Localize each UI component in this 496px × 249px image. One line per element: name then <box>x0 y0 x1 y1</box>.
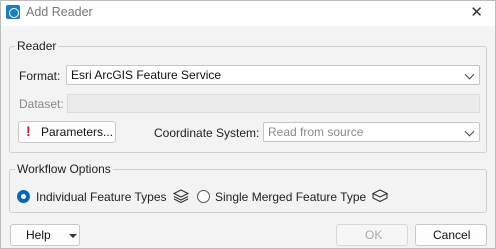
close-icon[interactable]: ✕ <box>470 3 483 21</box>
format-label: Format: <box>19 69 61 83</box>
title-bar: Add Reader ✕ <box>1 1 495 26</box>
workflow-options-label: Workflow Options <box>15 162 113 176</box>
dataset-label: Dataset: <box>19 97 64 111</box>
format-value: Esri ArcGIS Feature Service <box>71 68 222 82</box>
merged-layers-icon <box>372 189 388 203</box>
parameters-button[interactable]: ! Parameters... <box>18 121 116 143</box>
individual-feature-types-radio[interactable] <box>17 190 30 203</box>
individual-feature-types-label[interactable]: Individual Feature Types <box>36 190 167 204</box>
app-icon <box>6 5 20 19</box>
coordinate-system-dropdown[interactable]: Read from source <box>263 122 480 142</box>
coordinate-system-value: Read from source <box>268 125 364 139</box>
add-reader-dialog: Add Reader ✕ Reader Format: Esri ArcGIS … <box>0 0 496 249</box>
dataset-field <box>67 94 480 113</box>
chevron-down-icon <box>464 69 475 80</box>
ok-button[interactable]: OK <box>336 224 408 246</box>
single-merged-feature-type-label[interactable]: Single Merged Feature Type <box>215 190 366 204</box>
window-title: Add Reader <box>26 5 93 19</box>
cancel-button-label: Cancel <box>433 228 471 242</box>
help-button-label: Help <box>26 228 51 242</box>
parameters-button-label: Parameters... <box>41 125 114 139</box>
chevron-down-icon <box>464 126 475 137</box>
coordinate-system-label: Coordinate System: <box>154 126 260 140</box>
ok-button-label: OK <box>365 228 383 242</box>
reader-group-label: Reader <box>15 39 59 53</box>
help-button[interactable]: Help <box>10 224 80 246</box>
cancel-button[interactable]: Cancel <box>415 224 487 246</box>
single-merged-feature-type-radio[interactable] <box>197 190 210 203</box>
warning-icon: ! <box>26 123 31 139</box>
layers-icon <box>173 189 189 203</box>
format-dropdown[interactable]: Esri ArcGIS Feature Service <box>66 65 480 85</box>
caret-down-icon <box>69 234 77 238</box>
